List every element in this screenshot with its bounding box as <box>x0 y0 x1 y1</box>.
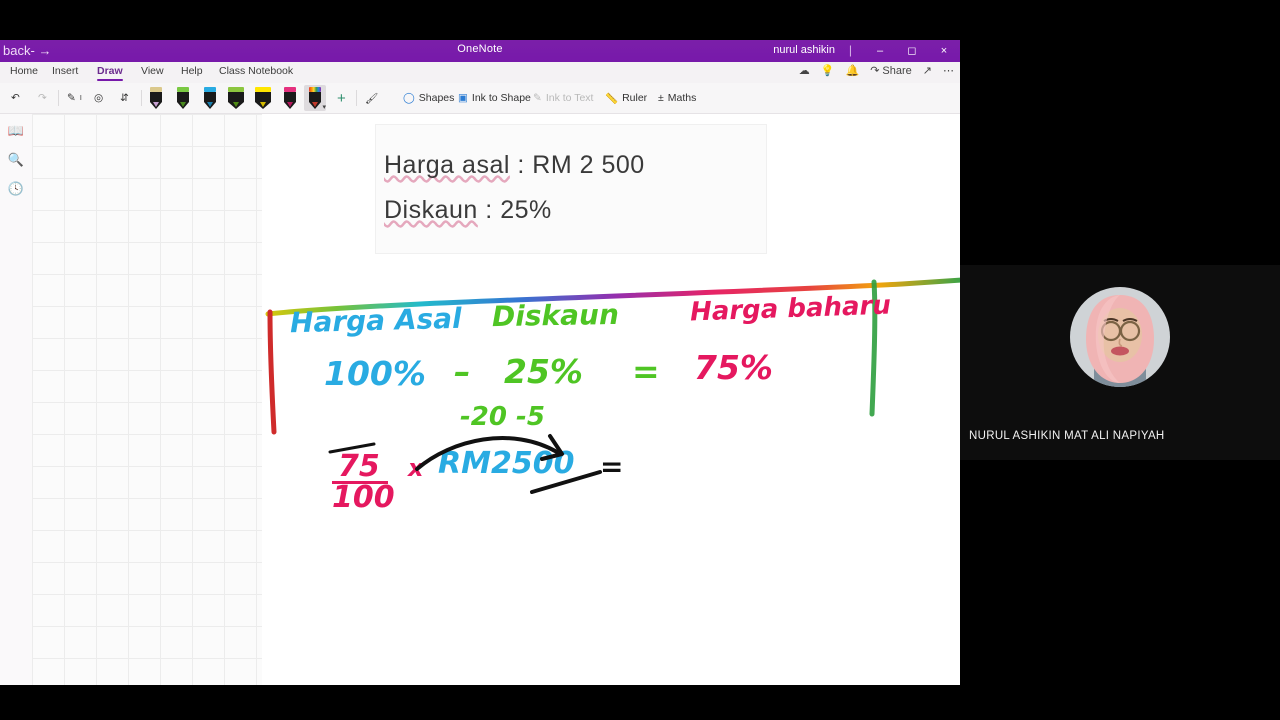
ink-to-text-button[interactable]: ✎ Ink to Text <box>530 86 596 110</box>
header-icon-group: ☁ 💡 🔔 ↷ Share ↗ ⋯ <box>799 64 954 78</box>
redo-button[interactable]: ↷ <box>35 86 50 110</box>
ink-eq-equals: = <box>632 352 660 391</box>
shapes-button[interactable]: ◯ Shapes <box>400 86 457 110</box>
ink-to-shape-label: Ink to Shape <box>471 92 531 104</box>
pen-green[interactable] <box>172 85 194 111</box>
tab-draw[interactable]: Draw <box>97 65 123 81</box>
workspace: 📖 🔍 🕓 Harga asal : RM 2 500 Diskaun: 25… <box>0 114 960 685</box>
onenote-window: back-arrow-icon → OneNote nurul ashikin … <box>0 40 960 685</box>
maths-icon: ± <box>658 92 664 104</box>
ink-color-picker-icon[interactable]: 🖌 <box>362 86 381 110</box>
pen-rainbow[interactable]: ▾ <box>304 85 326 111</box>
video-panel: NURUL ASHIKIN MAT ALI NAPIYAH <box>960 0 1280 720</box>
page-list-pane[interactable] <box>32 114 262 685</box>
screen: back-arrow-icon → OneNote nurul ashikin … <box>0 0 1280 720</box>
ink-layer[interactable]: Harga Asal Diskaun Harga baharu 100% – 2… <box>262 114 960 685</box>
ink-eq-minus: – <box>454 352 471 391</box>
pen-blue[interactable] <box>199 85 221 111</box>
draw-toolbar: ↶ ↷ ✎ I ◎ ⇵ ▾ + 🖌 ◯ Shapes ▣ Ink to Shap… <box>0 83 960 114</box>
ink-stretch-button[interactable]: ⇵ <box>117 86 132 110</box>
share-label: Share <box>882 64 912 77</box>
expand-icon[interactable]: ↗ <box>923 64 932 77</box>
tab-insert[interactable]: Insert <box>52 65 78 77</box>
close-button[interactable]: × <box>928 40 960 62</box>
account-name[interactable]: nurul ashikin <box>773 44 835 56</box>
video-tile[interactable]: NURUL ASHIKIN MAT ALI NAPIYAH <box>960 265 1280 460</box>
ink-eq-original: 100% <box>324 354 426 393</box>
maximize-button[interactable]: ◻ <box>896 40 928 62</box>
add-pen-button[interactable]: + <box>334 86 349 110</box>
undo-button[interactable]: ↶ <box>8 86 23 110</box>
shapes-icon: ◯ <box>403 92 415 104</box>
annotation-strokes <box>328 434 602 494</box>
more-options-icon[interactable]: ⋯ <box>943 64 954 77</box>
tab-class-notebook[interactable]: Class Notebook <box>219 65 293 77</box>
ink-to-text-label: Ink to Text <box>545 92 594 104</box>
ink-heading-discount: Diskaun <box>491 297 620 334</box>
shapes-label: Shapes <box>418 92 455 104</box>
recent-notes-icon[interactable]: 🕓 <box>7 180 25 198</box>
ribbon-tabs: Home Insert Draw View Help Class Noteboo… <box>0 62 960 83</box>
eraser-button[interactable]: ◎ <box>91 86 106 110</box>
tab-view[interactable]: View <box>141 65 164 77</box>
search-icon[interactable]: 🔍 <box>7 151 25 169</box>
lasso-select-button[interactable]: ✎ I <box>64 86 85 110</box>
tab-home[interactable]: Home <box>10 65 38 77</box>
avatar <box>1070 287 1170 387</box>
ruler-label: Ruler <box>622 92 648 104</box>
minimize-button[interactable]: – <box>864 40 896 62</box>
share-button[interactable]: ↷ Share <box>870 64 912 78</box>
pen-magenta[interactable] <box>279 85 301 111</box>
left-sidebar: 📖 🔍 🕓 <box>0 114 32 685</box>
notebooks-icon[interactable]: 📖 <box>7 122 25 140</box>
ink-to-shape-button[interactable]: ▣ Ink to Shape <box>455 86 534 110</box>
note-page[interactable]: Harga asal : RM 2 500 Diskaun : 25% Harg… <box>262 114 960 685</box>
highlighter-yellow[interactable] <box>252 85 274 111</box>
ink-heading-original: Harga Asal <box>289 301 463 340</box>
highlighter-green[interactable] <box>225 85 247 111</box>
ink-to-shape-icon: ▣ <box>458 92 468 104</box>
maths-button[interactable]: ± Maths <box>655 86 699 110</box>
ruler-icon: 📏 <box>605 92 619 105</box>
title-bar: back-arrow-icon → OneNote nurul ashikin … <box>0 40 960 94</box>
sync-icon[interactable]: ☁ <box>799 64 810 77</box>
lightbulb-icon[interactable]: 💡 <box>821 64 835 77</box>
pen-pink[interactable] <box>145 85 167 111</box>
ink-eq-discount: 25% <box>504 352 583 391</box>
tab-help[interactable]: Help <box>181 65 203 77</box>
ink-eq-result: 75% <box>694 348 773 387</box>
participant-name: NURUL ASHIKIN MAT ALI NAPIYAH <box>969 430 1165 442</box>
notifications-bell-icon[interactable]: 🔔 <box>846 64 860 77</box>
title-divider: | <box>848 43 852 57</box>
ruler-button[interactable]: 📏 Ruler <box>602 86 650 110</box>
maths-label: Maths <box>667 92 697 104</box>
ink-to-text-icon: ✎ <box>533 92 542 104</box>
